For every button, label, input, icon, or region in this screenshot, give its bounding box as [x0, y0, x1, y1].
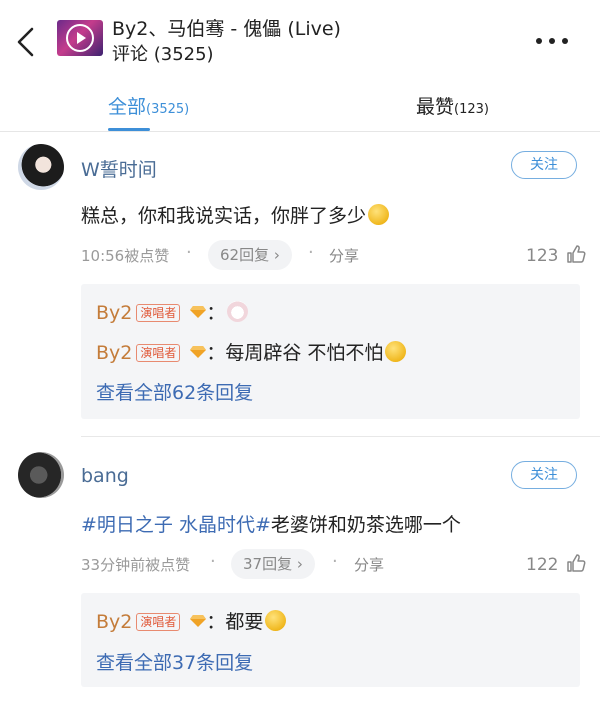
- comment-time: 33分钟前被点赞: [81, 556, 191, 574]
- tab-most-liked[interactable]: 最赞(123): [416, 92, 489, 119]
- diamond-icon: [190, 301, 207, 318]
- view-all-replies-link[interactable]: 查看全部37条回复: [96, 648, 253, 675]
- rabbit-emoji-icon: [227, 301, 249, 322]
- active-tab-indicator: [108, 128, 150, 131]
- song-title: By2、马伯骞 - 傀儡 (Live): [112, 18, 341, 40]
- comment-meta: 10:56被点赞 · 62回复 › · 分享: [81, 240, 411, 270]
- share-button[interactable]: 分享: [329, 245, 359, 266]
- tab-bar: 全部(3525) 最赞(123): [0, 78, 600, 132]
- chevron-left-icon: [17, 27, 34, 57]
- thumbs-up-icon: [567, 245, 586, 263]
- avatar[interactable]: [18, 452, 64, 498]
- singer-badge: 演唱者: [136, 344, 181, 362]
- header: By2、马伯骞 - 傀儡 (Live) 评论 (3525): [0, 0, 600, 78]
- avatar[interactable]: [18, 144, 64, 190]
- follow-button[interactable]: 关注: [511, 151, 577, 179]
- song-cover[interactable]: [57, 20, 103, 56]
- like-count: 122: [526, 555, 559, 575]
- grin-emoji-icon: [265, 610, 287, 631]
- reply-box: By2 演唱者 ：都要 查看全部37条回复: [81, 593, 580, 687]
- comment-time: 10:56被点赞: [81, 247, 170, 265]
- reply-box: By2 演唱者： By2 演唱者 ：每周辟谷 不怕不怕 查看全部62条回复: [81, 284, 580, 419]
- reply-item: By2 演唱者 ：每周辟谷 不怕不怕: [96, 338, 407, 365]
- reply-item: By2 演唱者 ：都要: [96, 607, 287, 634]
- reply-item: By2 演唱者：: [96, 298, 249, 325]
- diamond-icon: [190, 341, 207, 358]
- comment-content: #明日之子 水晶时代#老婆饼和奶茶选哪一个: [81, 514, 461, 536]
- reply-count-button[interactable]: 37回复 ›: [231, 549, 315, 579]
- like-button[interactable]: 122: [526, 553, 586, 575]
- more-icon: [536, 38, 542, 44]
- view-all-replies-link[interactable]: 查看全部62条回复: [96, 378, 253, 405]
- comment-meta: 33分钟前被点赞 · 37回复 › · 分享: [81, 549, 411, 579]
- like-button[interactable]: 123: [526, 244, 586, 266]
- thinking-emoji-icon: [368, 204, 390, 225]
- diamond-icon: [190, 610, 207, 627]
- smirk-emoji-icon: [385, 341, 407, 362]
- comment-username[interactable]: bang: [81, 465, 129, 487]
- reply-author[interactable]: By2: [96, 611, 132, 633]
- like-count: 123: [526, 246, 559, 266]
- singer-badge: 演唱者: [136, 304, 181, 322]
- back-button[interactable]: [14, 26, 38, 58]
- tab-all[interactable]: 全部(3525): [108, 92, 189, 119]
- comment-content: 糕总，你和我说实话，你胖了多少: [81, 201, 390, 228]
- follow-button[interactable]: 关注: [511, 461, 577, 489]
- reply-author[interactable]: By2: [96, 342, 132, 364]
- reply-author[interactable]: By2: [96, 302, 132, 324]
- singer-badge: 演唱者: [136, 613, 181, 631]
- play-icon: [66, 24, 94, 52]
- reply-count-button[interactable]: 62回复 ›: [208, 240, 292, 270]
- more-button[interactable]: [530, 30, 574, 54]
- comment-count-title: 评论 (3525): [112, 44, 214, 65]
- comment-divider: [81, 436, 600, 437]
- comment-username[interactable]: W誓时间: [81, 155, 157, 182]
- thumbs-up-icon: [567, 554, 586, 572]
- share-button[interactable]: 分享: [354, 554, 384, 575]
- topic-tag[interactable]: #明日之子 水晶时代#: [81, 514, 271, 536]
